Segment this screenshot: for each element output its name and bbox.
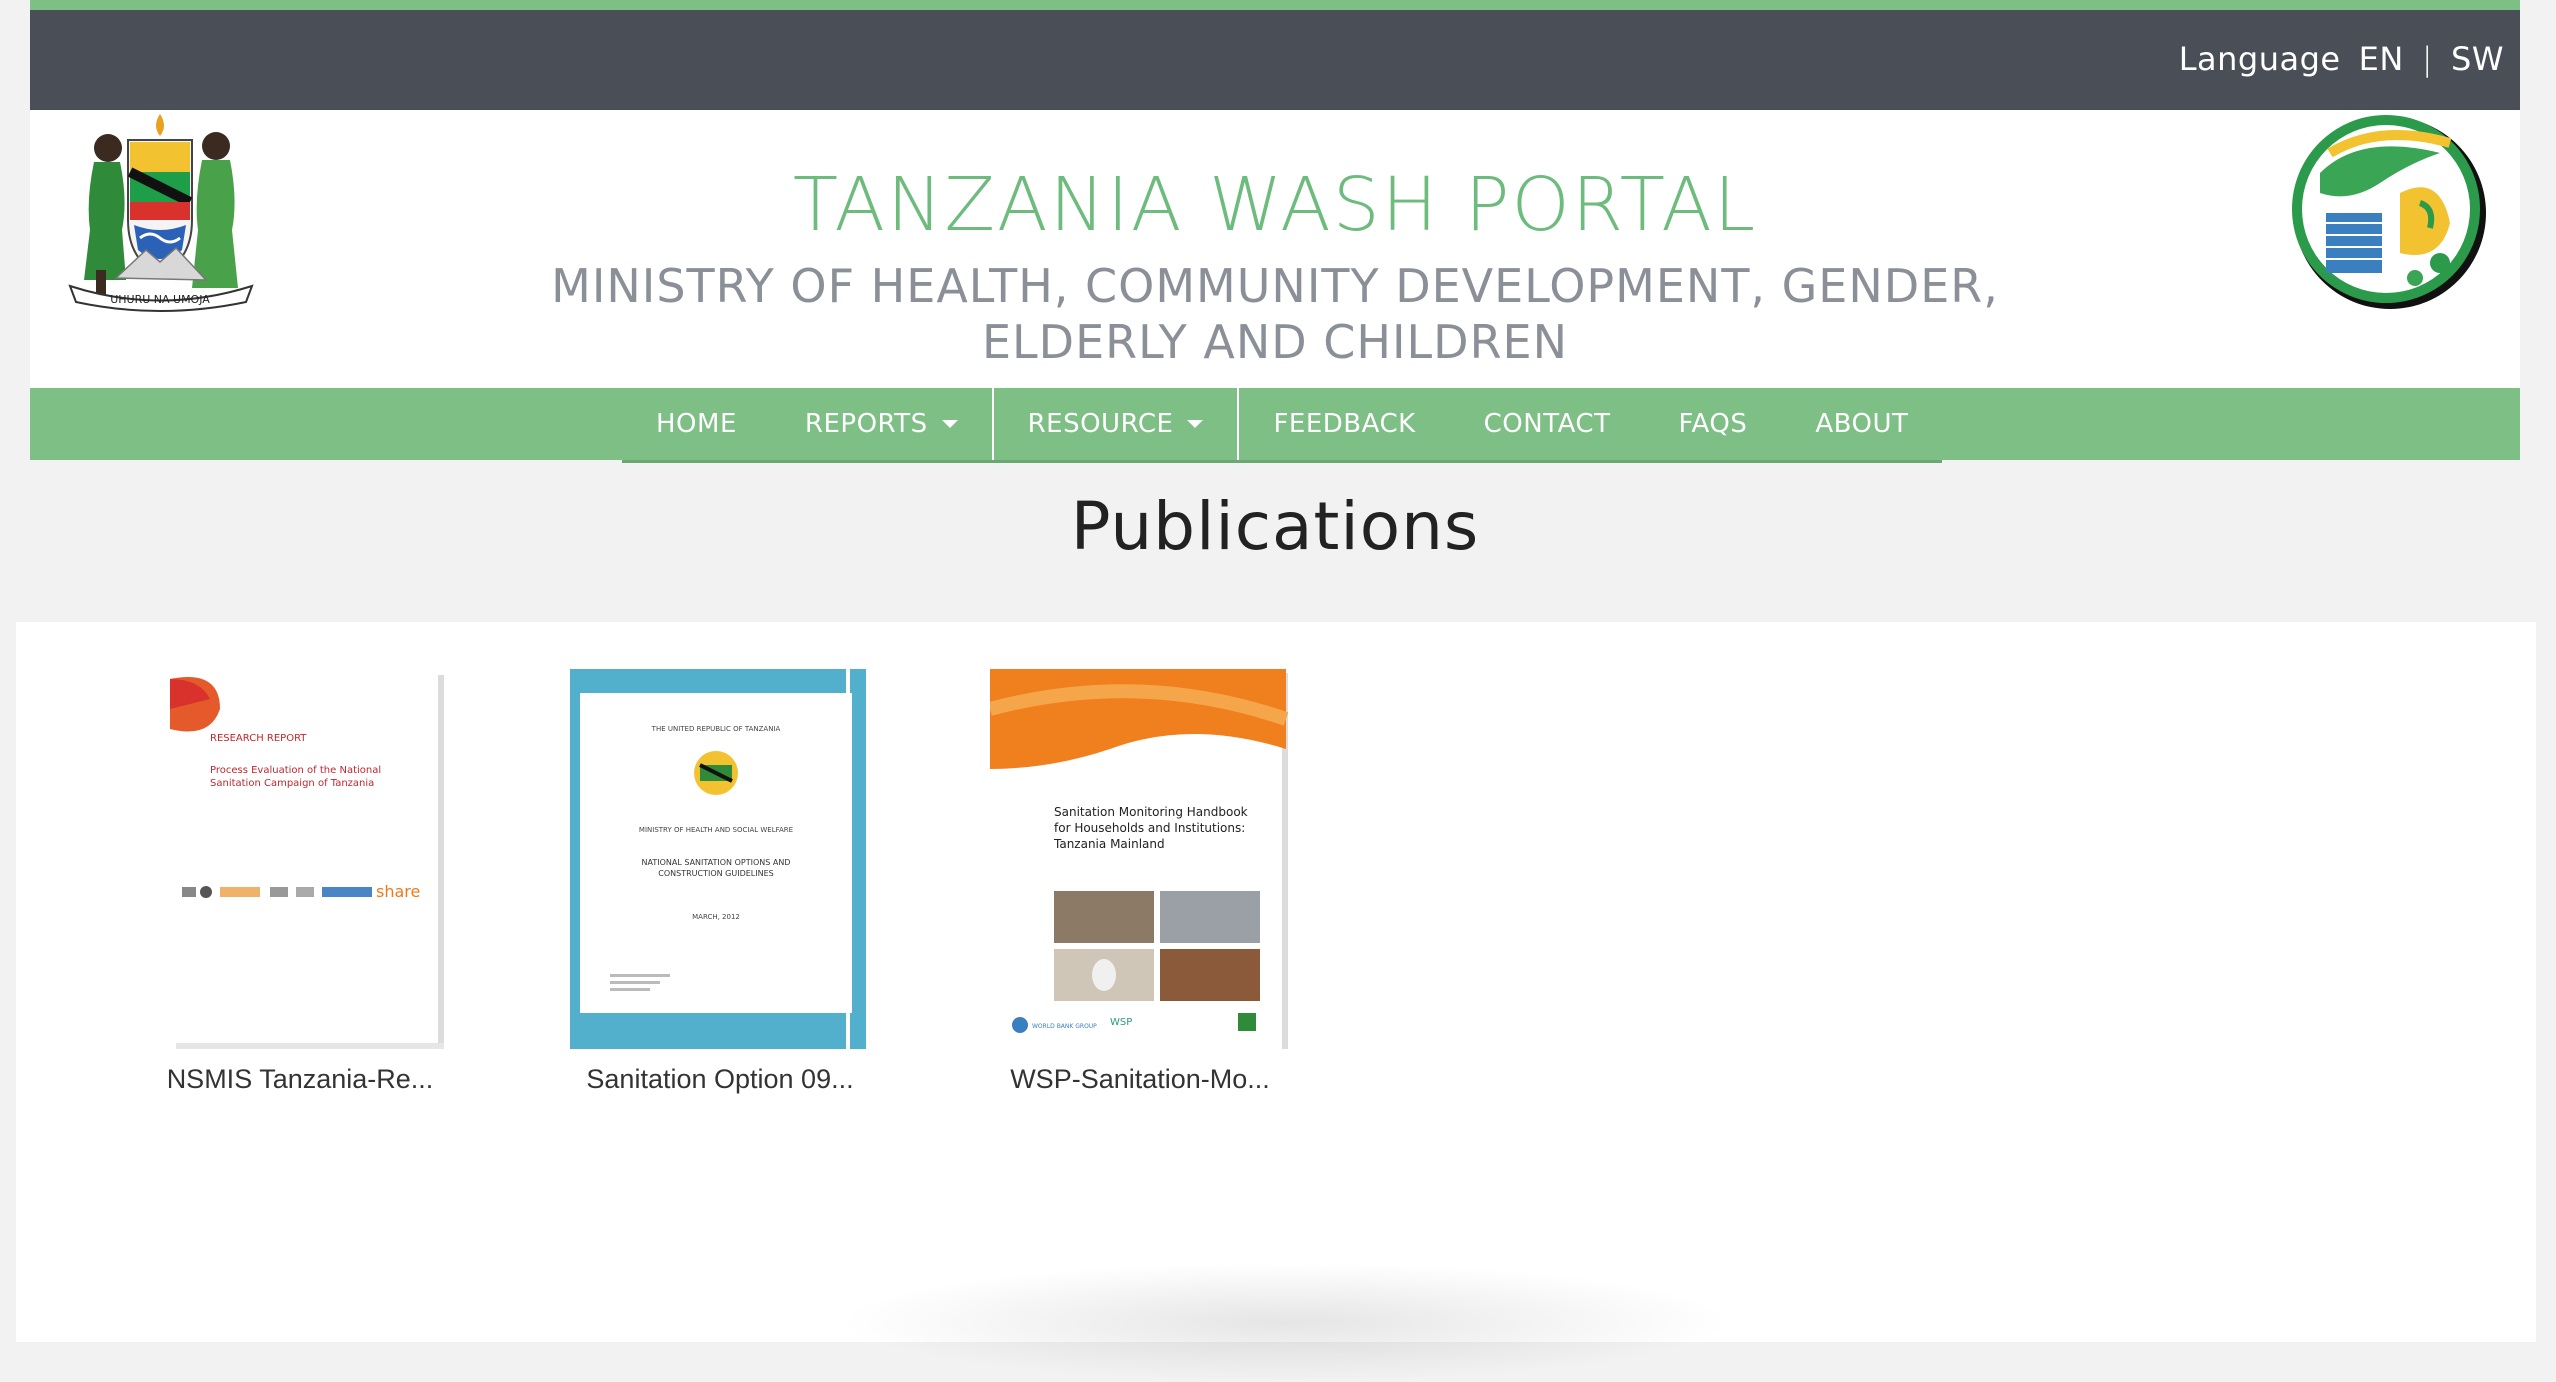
language-switcher: Language EN | SW: [2179, 40, 2504, 78]
nav-resource-dropdown[interactable]: RESOURCE: [991, 386, 1240, 460]
cover-logo: share: [376, 882, 420, 901]
language-sw-link[interactable]: SW: [2451, 40, 2504, 78]
nav-contact[interactable]: CONTACT: [1450, 388, 1645, 460]
nav-resource-label: RESOURCE: [1027, 409, 1174, 439]
ministry-line-1: MINISTRY OF HEALTH, COMMUNITY DEVELOPMEN…: [551, 259, 1999, 313]
site-title: TANZANIA WASH PORTAL: [792, 162, 1758, 248]
publications-panel: RESEARCH REPORT Process Evaluation of th…: [16, 622, 2536, 1382]
nav-faqs-label: FAQS: [1678, 409, 1748, 439]
nav-feedback-label: FEEDBACK: [1273, 409, 1416, 439]
nav-about-label: ABOUT: [1815, 409, 1909, 439]
nav-home[interactable]: HOME: [622, 388, 771, 460]
cover-title-line1: NATIONAL SANITATION OPTIONS AND: [642, 858, 791, 867]
nav-menu: HOME REPORTS RESOURCE FEEDBACK CONTACT F…: [622, 386, 1943, 463]
publication-cover-thumbnail[interactable]: Sanitation Monitoring Handbook for House…: [990, 669, 1290, 1049]
ministry-line-2: ELDERLY AND CHILDREN: [981, 315, 1569, 369]
ministry-name: MINISTRY OF HEALTH, COMMUNITY DEVELOPMEN…: [30, 258, 2520, 370]
language-label: Language: [2178, 40, 2341, 78]
cover-heading: RESEARCH REPORT: [210, 733, 307, 744]
cover-title-line2: CONSTRUCTION GUIDELINES: [658, 869, 773, 878]
page-title: Publications: [1070, 488, 1480, 565]
caret-down-icon: [941, 420, 958, 428]
cover-ministry: MINISTRY OF HEALTH AND SOCIAL WELFARE: [639, 826, 793, 834]
language-separator: |: [2421, 40, 2434, 78]
nav-reports-label: REPORTS: [804, 409, 928, 439]
browser-page: Language EN | SW UHURU NA UMOJA TANZANIA…: [16, 0, 2536, 1382]
nav-faqs[interactable]: FAQS: [1644, 388, 1781, 460]
cover-title-line1: Process Evaluation of the National: [210, 765, 381, 776]
publication-cover-thumbnail[interactable]: THE UNITED REPUBLIC OF TANZANIA MINISTRY…: [570, 669, 870, 1049]
nav-contact-label: CONTACT: [1483, 409, 1611, 439]
publication-title[interactable]: WSP-Sanitation-Mo...: [990, 1064, 1290, 1095]
footer-shadow: [836, 1262, 1736, 1382]
cover-title-line2: for Households and Institutions:: [1054, 821, 1245, 835]
cover-heading: THE UNITED REPUBLIC OF TANZANIA: [651, 725, 781, 733]
nav-home-label: HOME: [656, 409, 737, 439]
main-navbar: HOME REPORTS RESOURCE FEEDBACK CONTACT F…: [30, 386, 2520, 463]
top-bar: Language EN | SW: [30, 0, 2520, 110]
site-header: UHURU NA UMOJA TANZANIA WASH PORTAL MINI…: [30, 110, 2520, 388]
cover-date: MARCH, 2012: [692, 913, 740, 921]
publication-title[interactable]: NSMIS Tanzania-Re...: [150, 1064, 450, 1095]
nav-feedback[interactable]: FEEDBACK: [1239, 388, 1449, 460]
publication-cover-thumbnail[interactable]: RESEARCH REPORT Process Evaluation of th…: [150, 669, 450, 1049]
cover-footer-logo: WORLD BANK GROUP: [1032, 1023, 1097, 1030]
cover-footer-logo-2: WSP: [1110, 1017, 1132, 1028]
publication-title[interactable]: Sanitation Option 09...: [570, 1064, 870, 1095]
language-en-link[interactable]: EN: [2359, 40, 2404, 78]
nav-about[interactable]: ABOUT: [1781, 388, 1942, 460]
cover-title-line3: Tanzania Mainland: [1053, 837, 1165, 851]
wash-logo[interactable]: [2290, 113, 2490, 313]
nav-reports-dropdown[interactable]: REPORTS: [771, 388, 992, 460]
cover-title-line2: Sanitation Campaign of Tanzania: [210, 778, 374, 789]
page-scrollbar[interactable]: [2530, 0, 2556, 700]
cover-title-line1: Sanitation Monitoring Handbook: [1054, 805, 1248, 819]
caret-down-icon: [1187, 420, 1204, 428]
